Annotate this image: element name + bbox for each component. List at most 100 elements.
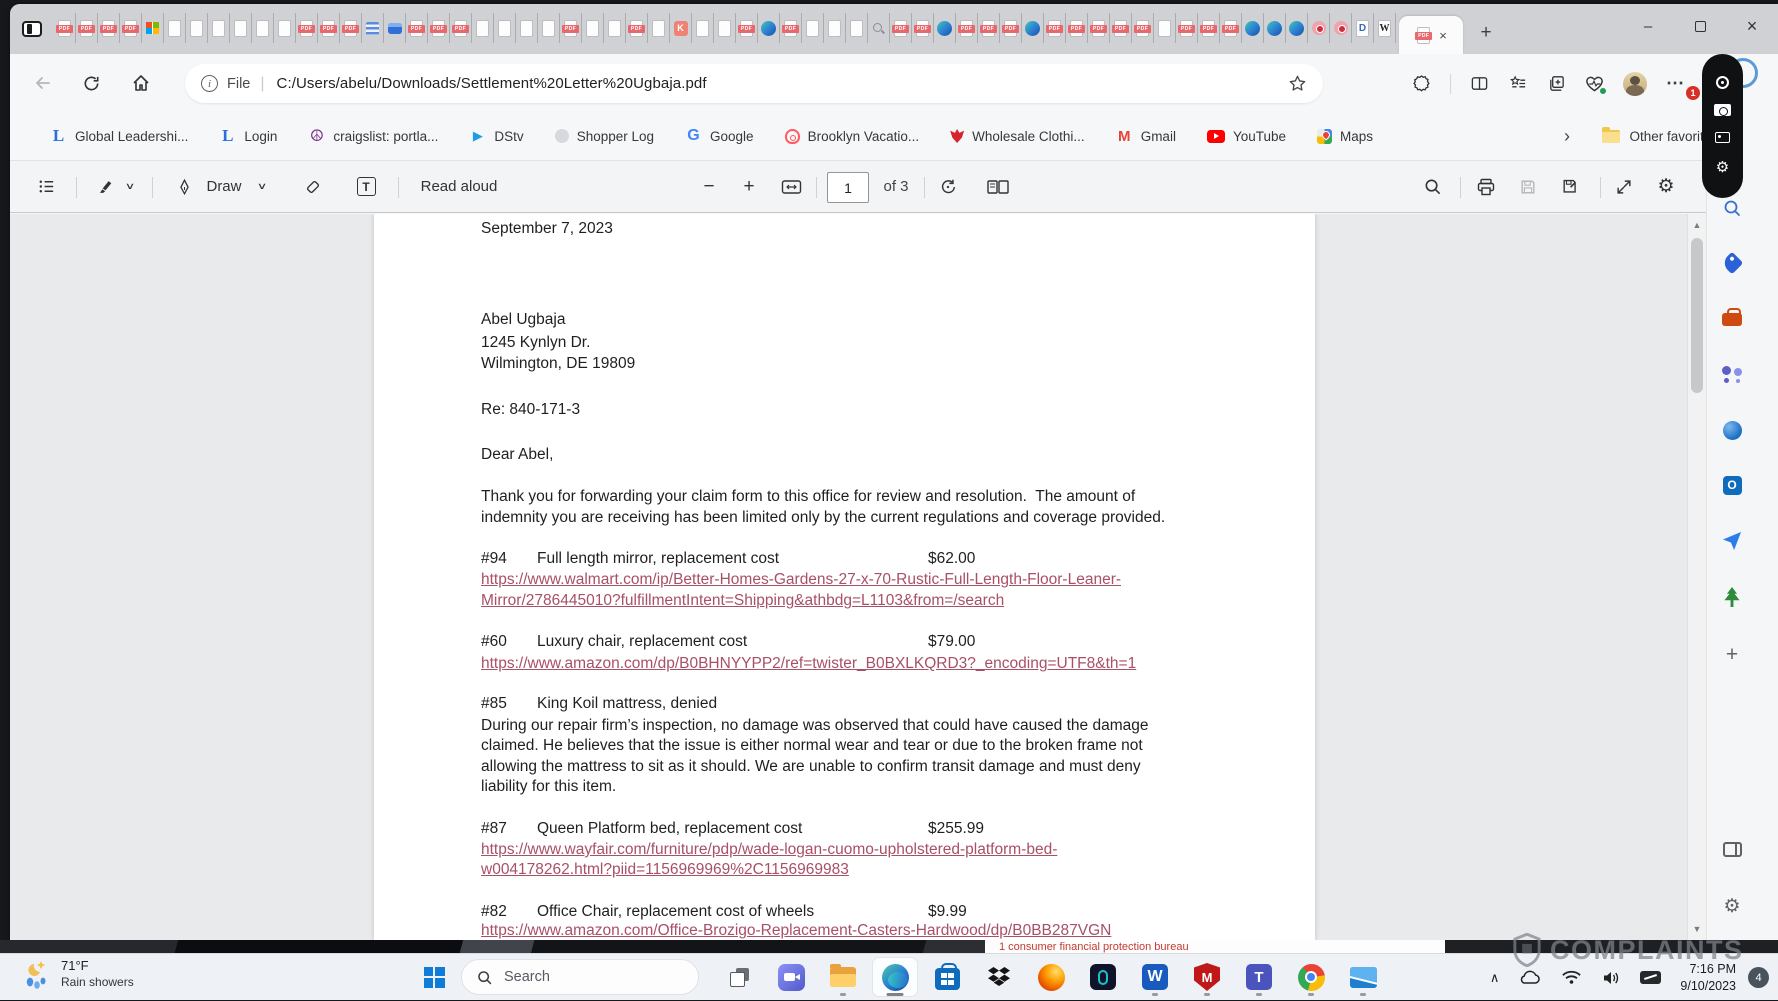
tab-7[interactable] <box>186 13 208 43</box>
home-button[interactable] <box>124 66 158 100</box>
minimize-button[interactable]: – <box>1622 4 1674 48</box>
sidebar-sphere-icon[interactable] <box>1718 416 1746 444</box>
refresh-button[interactable] <box>74 66 108 100</box>
sidebar-tree-icon[interactable] <box>1718 583 1746 611</box>
onedrive-cloud-icon[interactable] <box>1518 969 1542 986</box>
draw-label[interactable]: Draw <box>202 161 246 212</box>
tab-22[interactable] <box>516 13 538 43</box>
tab-48[interactable] <box>1088 13 1110 43</box>
page-info-icon[interactable]: i <box>201 75 218 92</box>
tab-2[interactable] <box>76 13 98 43</box>
tab-59[interactable] <box>1330 13 1352 43</box>
bookmark-8[interactable]: MGmail <box>1116 128 1176 145</box>
widget-settings-icon[interactable]: ⚙ <box>1716 158 1729 176</box>
document-link[interactable]: w004178262.html?piid=1156969969%2C115696… <box>481 859 1285 880</box>
settings-more-icon[interactable]: ⋯ <box>1666 73 1685 94</box>
tab-18[interactable] <box>428 13 450 43</box>
tab-28[interactable] <box>648 13 670 43</box>
maximize-button[interactable] <box>1674 4 1726 48</box>
bookmark-9[interactable]: YouTube <box>1207 129 1286 144</box>
collections-icon[interactable] <box>1547 74 1566 93</box>
tab-17[interactable] <box>406 13 428 43</box>
tab-43[interactable] <box>978 13 1000 43</box>
taskbar-dropbox-icon[interactable] <box>976 957 1022 997</box>
wifi-icon[interactable] <box>1561 970 1582 985</box>
favorite-star-icon[interactable] <box>1288 74 1307 93</box>
widget-panel-icon[interactable] <box>1715 132 1730 143</box>
taskbar-word-icon[interactable]: W <box>1132 957 1178 997</box>
back-button[interactable] <box>26 66 60 100</box>
bookmark-4[interactable]: Shopper Log <box>555 129 654 144</box>
tab-55[interactable] <box>1242 13 1264 43</box>
pdf-settings-gear-icon[interactable]: ⚙ <box>1650 161 1682 212</box>
bookmark-0[interactable]: LGlobal Leadershi... <box>50 128 188 145</box>
pen-battery-icon[interactable] <box>1640 971 1661 984</box>
other-favorites-button[interactable]: Other favorites <box>1602 129 1718 144</box>
notification-count-badge[interactable]: 4 <box>1748 967 1769 988</box>
taskbar-store-icon[interactable] <box>924 957 970 997</box>
tab-5[interactable] <box>142 13 164 43</box>
sidebar-send-plane-icon[interactable] <box>1718 527 1746 555</box>
tab-27[interactable] <box>626 13 648 43</box>
tab-25[interactable] <box>582 13 604 43</box>
taskbar-chrome-icon[interactable] <box>1288 957 1334 997</box>
tab-11[interactable] <box>274 13 296 43</box>
tab-24[interactable] <box>560 13 582 43</box>
search-document-icon[interactable] <box>1416 161 1448 212</box>
scrollbar[interactable]: ▲ ▼ <box>1687 214 1706 940</box>
close-button[interactable]: × <box>1726 4 1778 48</box>
browser-essentials-icon[interactable] <box>1585 75 1604 93</box>
draw-dropdown-icon[interactable]: ∨ <box>249 161 275 212</box>
tab-15[interactable] <box>362 13 384 43</box>
highlighter-dropdown-icon[interactable]: ∨ <box>117 161 143 212</box>
tab-13[interactable] <box>318 13 340 43</box>
document-link[interactable]: https://www.walmart.com/ip/Better-Homes-… <box>481 569 1285 590</box>
tab-54[interactable] <box>1220 13 1242 43</box>
tab-42[interactable] <box>956 13 978 43</box>
clock[interactable]: 7:16 PM 9/10/2023 <box>1680 961 1736 994</box>
page-number-input[interactable]: 1 <box>827 172 869 203</box>
tab-49[interactable] <box>1110 13 1132 43</box>
scroll-up-icon[interactable]: ▲ <box>1688 220 1706 230</box>
volume-icon[interactable] <box>1601 970 1621 986</box>
tab-26[interactable] <box>604 13 626 43</box>
tab-51[interactable] <box>1154 13 1176 43</box>
tab-close-icon[interactable]: × <box>1439 29 1447 42</box>
taskbar-search[interactable]: Search <box>461 959 699 995</box>
sidebar-outlook-icon[interactable]: O <box>1718 471 1746 499</box>
bookmarks-overflow-chevron[interactable]: › <box>1564 126 1570 147</box>
tab-34[interactable] <box>780 13 802 43</box>
save-as-icon[interactable] <box>1554 161 1588 212</box>
tab-3[interactable] <box>98 13 120 43</box>
tab-50[interactable] <box>1132 13 1154 43</box>
bookmark-3[interactable]: ▶DStv <box>469 128 523 145</box>
tab-47[interactable] <box>1066 13 1088 43</box>
sidebar-settings-icon[interactable]: ⚙ <box>1718 892 1746 920</box>
tab-8[interactable] <box>208 13 230 43</box>
tab-10[interactable] <box>252 13 274 43</box>
widget-camera-icon[interactable] <box>1714 104 1731 116</box>
tab-56[interactable] <box>1264 13 1286 43</box>
fit-to-width-icon[interactable] <box>774 161 808 212</box>
tab-12[interactable] <box>296 13 318 43</box>
bookmark-1[interactable]: LLogin <box>219 128 277 145</box>
bookmark-7[interactable]: Wholesale Clothi... <box>950 129 1085 144</box>
tab-14[interactable] <box>340 13 362 43</box>
document-link[interactable]: https://www.wayfair.com/furniture/pdp/wa… <box>481 839 1285 860</box>
tab-30[interactable] <box>692 13 714 43</box>
tab-16[interactable] <box>384 13 406 43</box>
document-link[interactable]: Mirror/2786445010?fulfillmentIntent=Ship… <box>481 590 1285 611</box>
document-link[interactable]: https://www.amazon.com/Office-Brozigo-Re… <box>481 920 1285 940</box>
taskbar-mail-icon[interactable] <box>1340 957 1386 997</box>
add-text-icon[interactable]: T <box>350 161 382 212</box>
bookmark-6[interactable]: Brooklyn Vacatio... <box>785 129 920 144</box>
favorites-icon[interactable] <box>1508 74 1528 93</box>
zoom-out-button[interactable]: − <box>696 161 722 212</box>
taskbar-chat-icon[interactable] <box>768 957 814 997</box>
table-of-contents-icon[interactable] <box>30 161 62 212</box>
new-tab-button[interactable]: + <box>1471 18 1501 48</box>
taskbar-teams-icon[interactable]: T <box>1236 957 1282 997</box>
sidebar-add-icon[interactable]: + <box>1718 641 1746 669</box>
extensions-icon[interactable] <box>1412 74 1431 93</box>
split-screen-icon[interactable] <box>1470 74 1489 93</box>
